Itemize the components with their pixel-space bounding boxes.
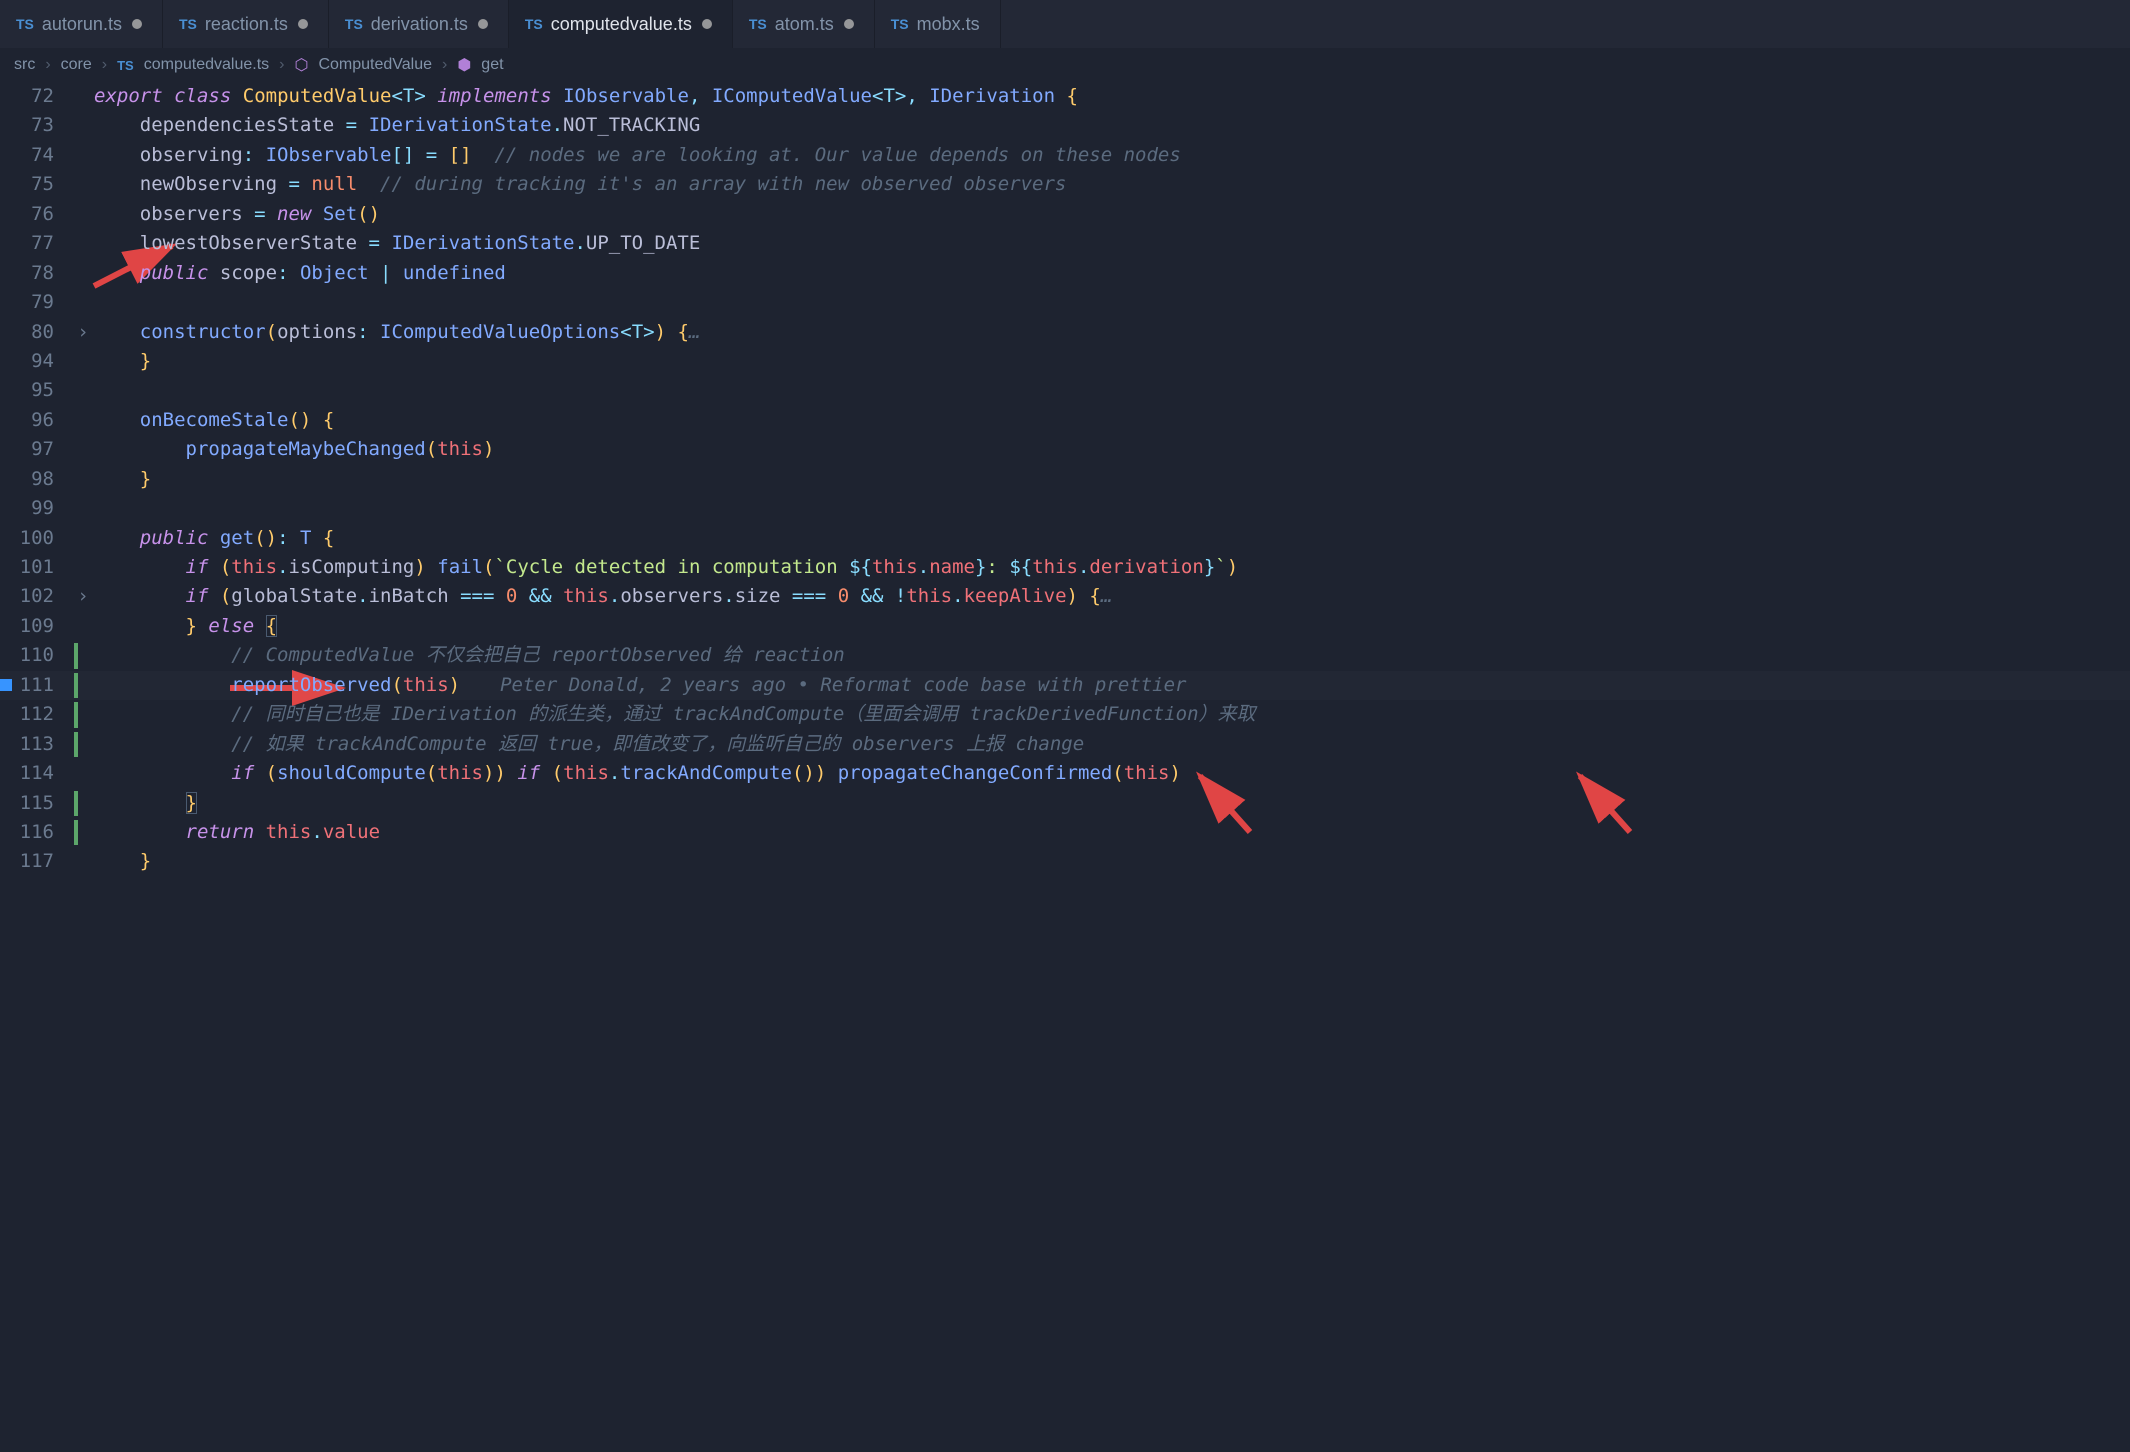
- line-number: 77: [0, 229, 72, 258]
- breadcrumb[interactable]: src› core› TS computedvalue.ts› ⬡ Comput…: [0, 48, 2130, 82]
- tab-mobx[interactable]: TS mobx.ts: [875, 0, 1001, 48]
- line-number: 78: [0, 259, 72, 288]
- line-number: 97: [0, 435, 72, 464]
- line-number: 112: [0, 700, 72, 729]
- editor-tabs: TS autorun.ts TS reaction.ts TS derivati…: [0, 0, 2130, 48]
- line-number: 109: [0, 612, 72, 641]
- typescript-icon: TS: [749, 16, 767, 32]
- tab-computedvalue[interactable]: TS computedvalue.ts: [509, 0, 733, 48]
- tab-atom[interactable]: TS atom.ts: [733, 0, 875, 48]
- line-number: 96: [0, 406, 72, 435]
- line-number: 74: [0, 141, 72, 170]
- line-number: 80: [0, 318, 72, 347]
- tab-reaction[interactable]: TS reaction.ts: [163, 0, 329, 48]
- line-number: 115: [0, 789, 72, 818]
- line-number: 111: [0, 671, 72, 700]
- class-icon: ⬡: [294, 55, 308, 75]
- line-number: 101: [0, 553, 72, 582]
- typescript-icon: TS: [345, 16, 363, 32]
- line-number: 94: [0, 347, 72, 376]
- dirty-icon: [844, 19, 854, 29]
- dirty-icon: [478, 19, 488, 29]
- line-number: 99: [0, 494, 72, 523]
- typescript-icon: TS: [16, 16, 34, 32]
- method-icon: ⬢: [457, 55, 471, 75]
- line-number: 114: [0, 759, 72, 788]
- typescript-icon: TS: [179, 16, 197, 32]
- dirty-icon: [298, 19, 308, 29]
- line-number: 79: [0, 288, 72, 317]
- dirty-icon: [702, 19, 712, 29]
- git-blame-annotation: Peter Donald, 2 years ago • Reformat cod…: [460, 674, 1186, 696]
- dirty-icon: [132, 19, 142, 29]
- line-number: 102: [0, 582, 72, 611]
- tab-autorun[interactable]: TS autorun.ts: [0, 0, 163, 48]
- tab-derivation[interactable]: TS derivation.ts: [329, 0, 509, 48]
- line-number: 98: [0, 465, 72, 494]
- line-number: 110: [0, 641, 72, 670]
- fold-icon[interactable]: ›: [72, 318, 94, 347]
- line-number: 75: [0, 170, 72, 199]
- line-number: 73: [0, 111, 72, 140]
- line-number: 117: [0, 847, 72, 876]
- line-number: 116: [0, 818, 72, 847]
- line-number: 72: [0, 82, 72, 111]
- line-number: 76: [0, 200, 72, 229]
- line-number: 113: [0, 730, 72, 759]
- typescript-icon: TS: [525, 16, 543, 32]
- line-number: 100: [0, 524, 72, 553]
- code-editor[interactable]: 72export class ComputedValue<T> implemen…: [0, 82, 2130, 877]
- fold-icon[interactable]: ›: [72, 582, 94, 611]
- typescript-icon: TS: [117, 58, 134, 73]
- line-number: 95: [0, 376, 72, 405]
- typescript-icon: TS: [891, 16, 909, 32]
